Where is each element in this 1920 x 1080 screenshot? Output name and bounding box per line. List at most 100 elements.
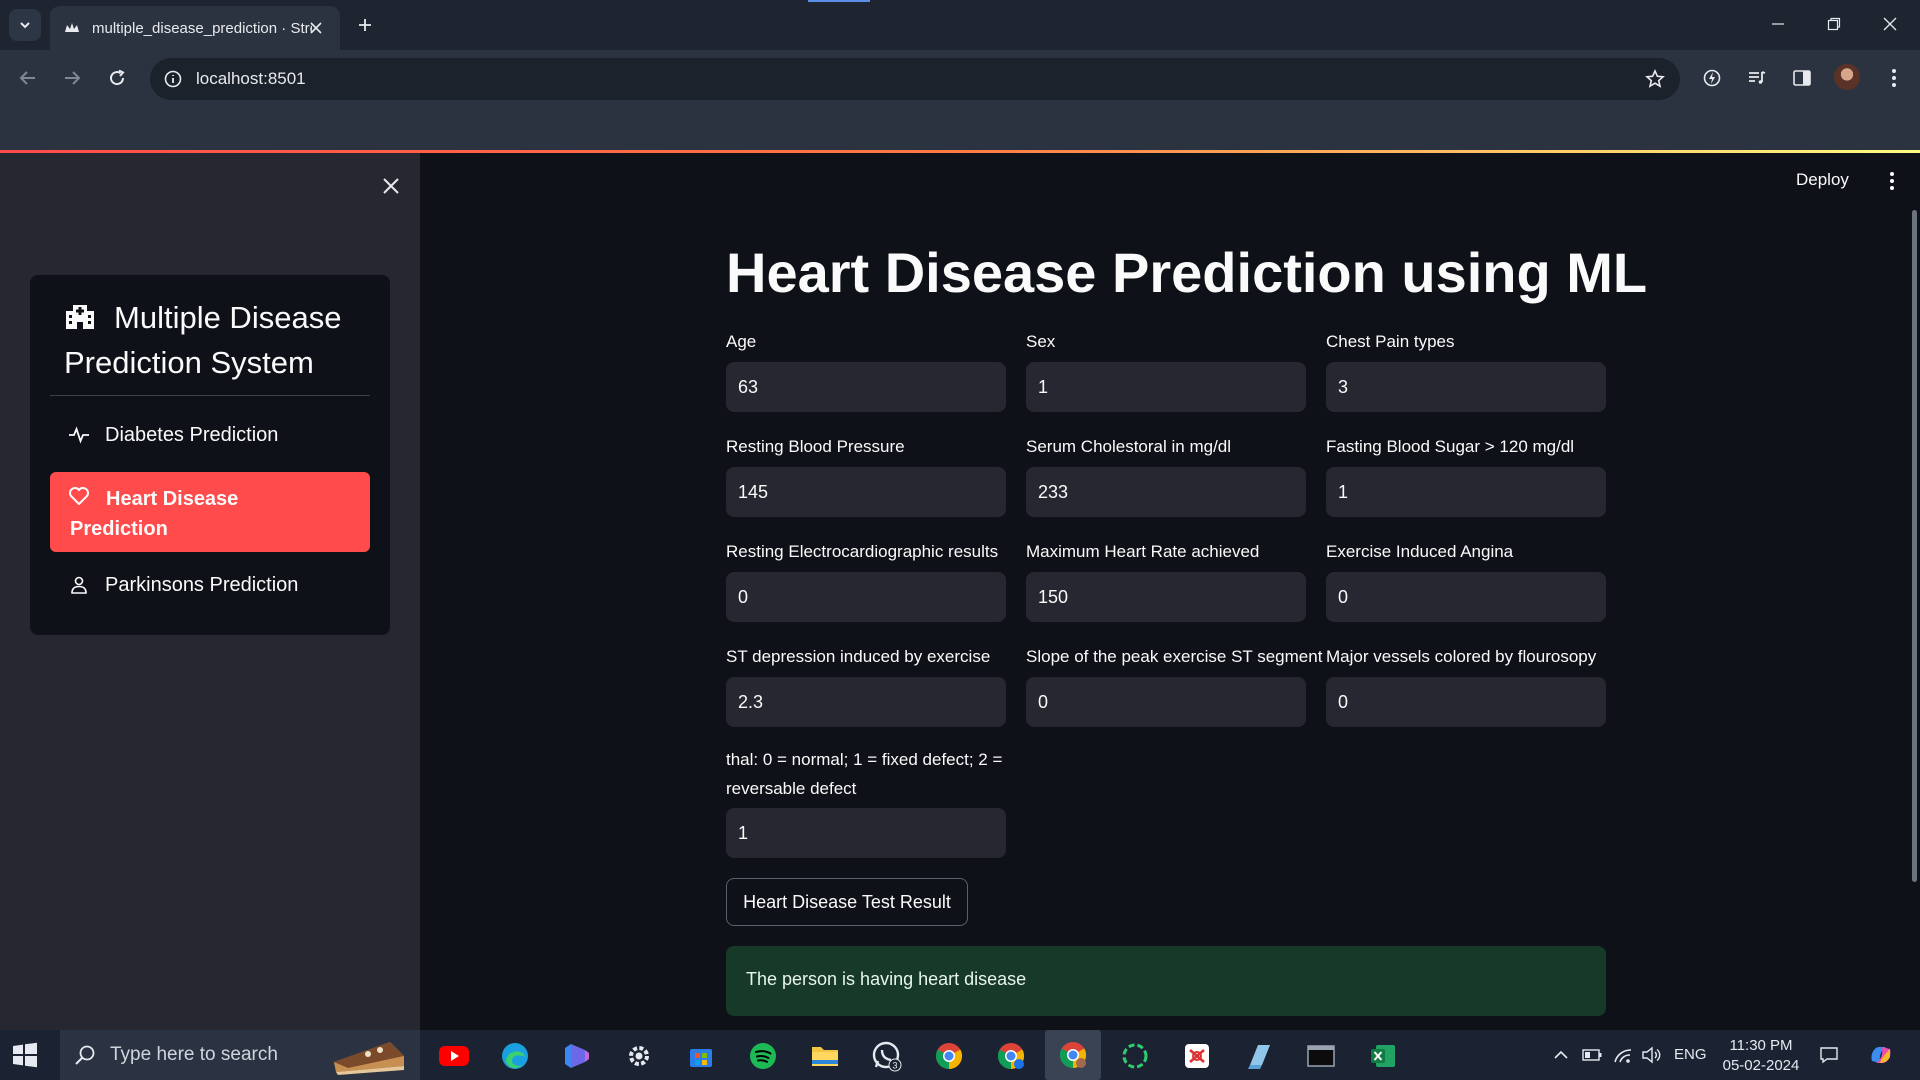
wifi-icon[interactable] xyxy=(1612,1044,1634,1066)
battery-icon[interactable] xyxy=(1581,1044,1603,1066)
draw-app-icon[interactable] xyxy=(1179,1038,1215,1074)
fasting-sugar-input[interactable] xyxy=(1326,467,1606,517)
notifications-icon[interactable] xyxy=(1818,1044,1840,1066)
person-icon xyxy=(68,574,90,596)
chrome-active-app-icon[interactable] xyxy=(1045,1030,1101,1080)
max-heart-rate-input[interactable] xyxy=(1026,572,1306,622)
settings-app-icon[interactable] xyxy=(621,1038,657,1074)
close-window-button[interactable] xyxy=(1870,8,1910,40)
search-placeholder: Type here to search xyxy=(110,1044,278,1065)
age-label: Age xyxy=(726,332,757,351)
side-panel-icon[interactable] xyxy=(1788,64,1816,92)
volume-icon[interactable] xyxy=(1640,1044,1662,1066)
chest-pain-input[interactable] xyxy=(1326,362,1606,412)
result-text: The person is having heart disease xyxy=(746,969,1027,989)
clock-time: 11:30 PM xyxy=(1729,1037,1793,1054)
exercise-angina-input[interactable] xyxy=(1326,572,1606,622)
resting-bp-input[interactable] xyxy=(726,467,1006,517)
page-title: Heart Disease Prediction using ML xyxy=(726,241,1648,304)
restore-button[interactable] xyxy=(1814,8,1854,40)
st-depression-input[interactable] xyxy=(726,677,1006,727)
back-button[interactable] xyxy=(12,62,44,94)
menu-item-parkinsons[interactable]: Parkinsons Prediction xyxy=(50,562,370,608)
file-explorer-app-icon[interactable] xyxy=(807,1038,843,1074)
reload-button[interactable] xyxy=(101,62,133,94)
sidebar: Multiple Disease Prediction System Diabe… xyxy=(0,153,420,1030)
taskbar-search[interactable]: Type here to search xyxy=(60,1030,420,1080)
spotify-app-icon[interactable] xyxy=(745,1038,781,1074)
language-indicator[interactable]: ENG xyxy=(1674,1046,1707,1063)
thal-label-line2: reversable defect xyxy=(726,779,857,798)
whatsapp-app-icon[interactable]: 3 xyxy=(869,1038,905,1074)
forward-button[interactable] xyxy=(56,62,88,94)
tab-loading-indicator xyxy=(808,0,870,2)
search-highlight-pie-icon xyxy=(334,1042,404,1075)
resting-ecg-label: Resting Electrocardiographic results xyxy=(726,542,999,561)
excel-app-icon[interactable] xyxy=(1365,1038,1401,1074)
bookmark-star-icon[interactable] xyxy=(1644,68,1666,90)
sidebar-close-button[interactable] xyxy=(376,171,406,201)
new-tab-button[interactable] xyxy=(352,12,378,38)
browser-toolbar: localhost:8501 xyxy=(0,50,1920,106)
resting-bp-label: Resting Blood Pressure xyxy=(726,437,905,456)
windows-taskbar: Type here to search 3 ENG 11:30 PM 05-02… xyxy=(0,1030,1920,1080)
result-success-alert: The person is having heart disease xyxy=(726,946,1606,1016)
resting-ecg-input[interactable] xyxy=(726,572,1006,622)
microsoft-store-app-icon[interactable] xyxy=(683,1038,719,1074)
tab-search-button[interactable] xyxy=(9,9,41,41)
show-hidden-icons[interactable] xyxy=(1550,1044,1572,1066)
menu-item-label: Diabetes Prediction xyxy=(105,424,279,446)
arrow-left-icon xyxy=(19,71,35,85)
terminal-app-icon[interactable] xyxy=(1303,1038,1339,1074)
profile-avatar[interactable] xyxy=(1834,64,1860,90)
streamlit-crown-icon xyxy=(64,20,80,36)
st-slope-label: Slope of the peak exercise ST segment xyxy=(1026,647,1323,666)
st-depression-label: ST depression induced by exercise xyxy=(726,647,991,666)
extension-icon[interactable] xyxy=(1698,64,1726,92)
scrollbar[interactable] xyxy=(1912,210,1917,882)
menu-item-label: Heart Disease Prediction xyxy=(70,488,239,540)
major-vessels-input[interactable] xyxy=(1326,677,1606,727)
main-menu-button[interactable] xyxy=(1880,168,1904,194)
sex-label: Sex xyxy=(1026,332,1056,351)
close-icon xyxy=(383,178,399,194)
copilot-tray-icon[interactable] xyxy=(1866,1040,1896,1070)
menu-item-label: Parkinsons Prediction xyxy=(105,574,299,596)
browser-menu-icon[interactable] xyxy=(1880,64,1908,92)
edge-app-icon[interactable] xyxy=(497,1038,533,1074)
cholesterol-input[interactable] xyxy=(1026,467,1306,517)
sex-input[interactable] xyxy=(1026,362,1306,412)
st-slope-input[interactable] xyxy=(1026,677,1306,727)
hospital-icon xyxy=(66,305,94,329)
menu-divider xyxy=(50,395,370,396)
close-icon xyxy=(1883,17,1897,31)
chrome-app-icon[interactable] xyxy=(931,1038,967,1074)
menu-item-heart-disease[interactable]: Heart Disease Prediction xyxy=(50,472,370,552)
media-controls-icon[interactable] xyxy=(1743,64,1771,92)
menu-item-diabetes[interactable]: Diabetes Prediction xyxy=(50,412,370,458)
reload-icon xyxy=(110,69,125,86)
site-info-icon[interactable] xyxy=(162,68,184,90)
exercise-angina-label: Exercise Induced Angina xyxy=(1326,542,1514,561)
deploy-button[interactable]: Deploy xyxy=(1796,170,1849,190)
tab-close-icon[interactable] xyxy=(306,18,326,38)
address-bar[interactable]: localhost:8501 xyxy=(150,58,1680,100)
age-input[interactable] xyxy=(726,362,1006,412)
minimize-button[interactable] xyxy=(1758,8,1798,40)
fasting-sugar-label: Fasting Blood Sugar > 120 mg/dl xyxy=(1326,437,1575,456)
loading-ring-app-icon[interactable] xyxy=(1117,1038,1153,1074)
thal-label-line1: thal: 0 = normal; 1 = fixed defect; 2 = xyxy=(726,750,1003,769)
browser-tab[interactable]: multiple_disease_prediction · Streamlit xyxy=(50,6,340,50)
taskbar-clock[interactable]: 11:30 PM 05-02-2024 xyxy=(1716,1036,1806,1076)
chrome-profile-app-icon[interactable] xyxy=(993,1038,1029,1074)
windows-start-icon[interactable] xyxy=(12,1042,38,1068)
copilot-app-icon[interactable] xyxy=(559,1038,595,1074)
restore-icon xyxy=(1827,17,1841,31)
clock-date: 05-02-2024 xyxy=(1722,1057,1800,1074)
major-vessels-label: Major vessels colored by flourosopy xyxy=(1326,647,1597,666)
notepad-app-icon[interactable] xyxy=(1241,1038,1277,1074)
youtube-app-icon[interactable] xyxy=(436,1038,472,1074)
thal-input[interactable] xyxy=(726,808,1006,858)
option-menu: Multiple Disease Prediction System Diabe… xyxy=(30,275,390,635)
heart-disease-test-button[interactable]: Heart Disease Test Result xyxy=(726,878,968,926)
